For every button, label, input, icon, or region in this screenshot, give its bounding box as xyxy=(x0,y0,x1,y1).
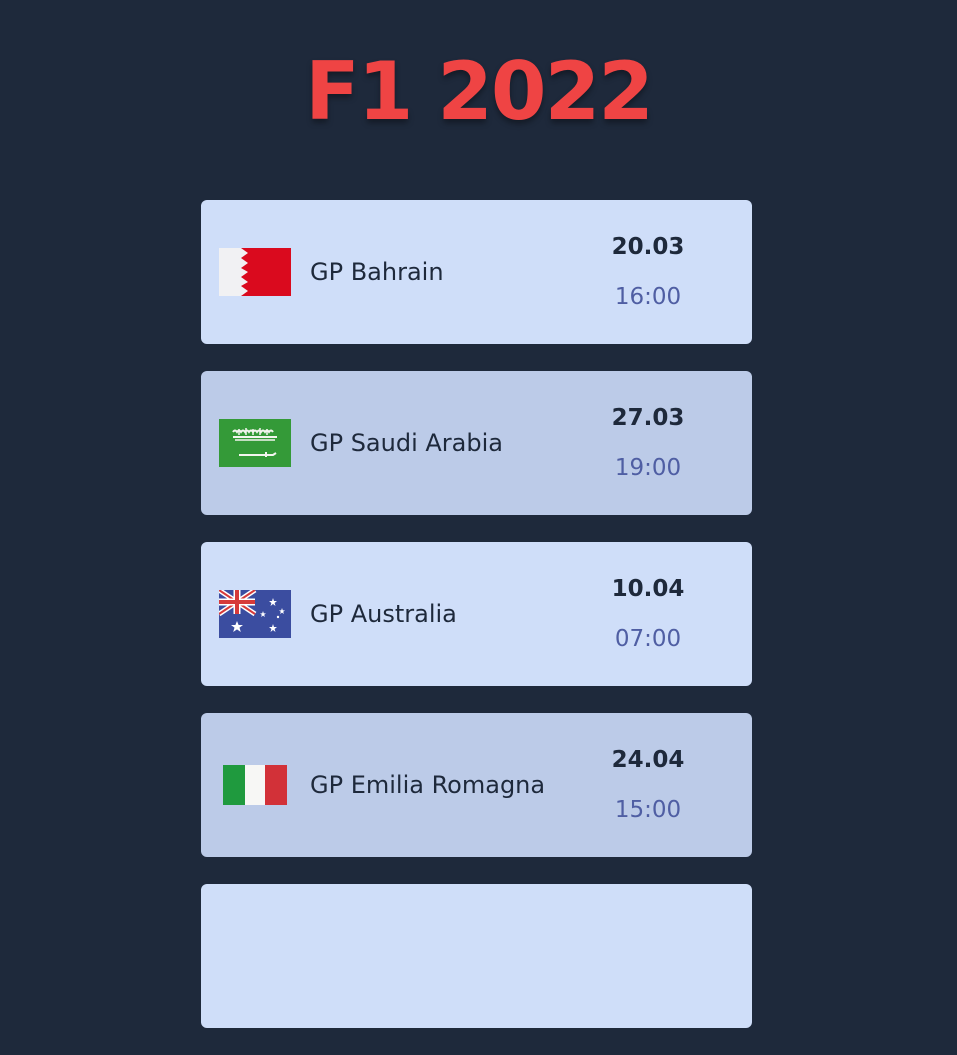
race-date: 10.04 xyxy=(611,576,685,602)
race-card-saudi-arabia[interactable]: GP Saudi Arabia 27.03 19:00 xyxy=(201,371,752,515)
race-card-bahrain[interactable]: GP Bahrain 20.03 16:00 xyxy=(201,200,752,344)
race-name: GP Australia xyxy=(310,600,457,628)
race-time: 15:00 xyxy=(614,797,682,823)
australia-flag-icon xyxy=(219,590,291,638)
race-date: 20.03 xyxy=(611,234,685,260)
race-date: 27.03 xyxy=(611,405,685,431)
race-name: GP Saudi Arabia xyxy=(310,429,503,457)
race-time: 16:00 xyxy=(614,284,682,310)
page-title: F1 2022 xyxy=(305,45,654,138)
race-card-emilia-romagna[interactable]: GP Emilia Romagna 24.04 15:00 xyxy=(201,713,752,857)
race-time: 19:00 xyxy=(614,455,682,481)
race-date: 24.04 xyxy=(611,747,685,773)
race-name: GP Emilia Romagna xyxy=(310,771,546,799)
race-name: GP Bahrain xyxy=(310,258,444,286)
italy-flag-icon xyxy=(219,761,291,809)
race-list: GP Bahrain 20.03 16:00 GP Saudi Arabia 2… xyxy=(201,200,752,1055)
race-card-australia[interactable]: GP Australia 10.04 07:00 xyxy=(201,542,752,686)
race-card-partial[interactable] xyxy=(201,884,752,1028)
bahrain-flag-icon xyxy=(219,248,291,296)
race-time: 07:00 xyxy=(614,626,682,652)
saudi-arabia-flag-icon xyxy=(219,419,291,467)
